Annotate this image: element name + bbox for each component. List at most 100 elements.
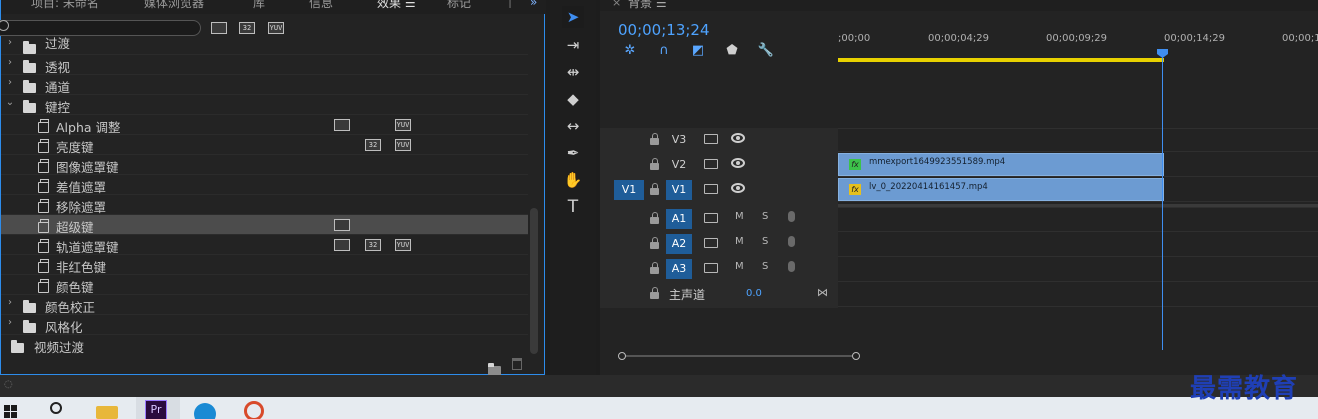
sync-lock-icon[interactable] bbox=[704, 238, 718, 248]
track-name[interactable]: A2 bbox=[666, 234, 692, 254]
track-name[interactable]: V2 bbox=[666, 155, 692, 175]
track-name[interactable]: V3 bbox=[666, 130, 692, 150]
chevron-right-icon[interactable]: › bbox=[5, 297, 15, 308]
track-name[interactable]: A3 bbox=[666, 259, 692, 279]
type-tool-icon[interactable]: T bbox=[562, 196, 584, 218]
clip-v2[interactable]: fx mmexport1649923551589.mp4 bbox=[838, 153, 1164, 176]
eye-icon[interactable] bbox=[731, 158, 745, 168]
file-explorer-icon[interactable] bbox=[96, 406, 118, 419]
track-name[interactable]: A1 bbox=[666, 209, 692, 229]
lock-icon[interactable] bbox=[650, 262, 659, 274]
tab-media-browser[interactable]: 媒体浏览器 bbox=[144, 0, 204, 11]
snap-icon[interactable]: ✲ bbox=[621, 42, 639, 60]
lane-a1[interactable] bbox=[838, 208, 1318, 232]
effect-folder-video-transitions[interactable]: 视频过渡 bbox=[1, 335, 528, 355]
chevron-down-icon[interactable]: ⌄ bbox=[5, 97, 15, 108]
effect-folder-channel[interactable]: › 通道 bbox=[1, 75, 528, 95]
effect-folder-perspective[interactable]: › 透视 bbox=[1, 55, 528, 75]
master-volume-value[interactable]: 0.0 bbox=[746, 288, 762, 299]
lane-a2[interactable] bbox=[838, 233, 1318, 257]
eye-icon[interactable] bbox=[731, 183, 745, 193]
hand-tool-icon[interactable]: ✋ bbox=[562, 169, 584, 191]
tab-libraries[interactable]: 库 bbox=[253, 0, 265, 11]
mute-button[interactable]: M bbox=[735, 211, 744, 222]
tab-markers[interactable]: 标记 bbox=[447, 0, 471, 11]
effect-item-non-red-key[interactable]: 非红色键 bbox=[1, 255, 528, 275]
sync-lock-icon[interactable] bbox=[704, 159, 718, 169]
effect-item-luma-key[interactable]: 亮度键 32 YUV bbox=[1, 135, 528, 155]
sequence-tab[interactable]: 背景 ☰ bbox=[628, 0, 667, 11]
effect-folder-color-correction[interactable]: › 颜色校正 bbox=[1, 295, 528, 315]
tab-project[interactable]: 项目: 未命名 bbox=[31, 0, 99, 11]
tab-effects[interactable]: 效果 ☰ bbox=[377, 0, 416, 11]
lock-icon[interactable] bbox=[650, 212, 659, 224]
sync-lock-icon[interactable] bbox=[704, 263, 718, 273]
playhead-timecode[interactable]: 00;00;13;24 bbox=[618, 21, 710, 39]
add-marker-icon[interactable]: ⬟ bbox=[723, 42, 741, 60]
close-icon[interactable]: × bbox=[612, 0, 621, 9]
microphone-icon[interactable] bbox=[788, 261, 795, 272]
playhead-line[interactable] bbox=[1162, 50, 1163, 350]
edge-browser-icon[interactable] bbox=[194, 403, 216, 419]
effect-item-ultra-key[interactable]: 超级键 bbox=[1, 215, 528, 235]
app-icon[interactable] bbox=[244, 401, 264, 419]
slip-tool-icon[interactable]: ↔ bbox=[562, 115, 584, 137]
effect-folder-stylize[interactable]: › 风格化 bbox=[1, 315, 528, 335]
pen-tool-icon[interactable]: ✒ bbox=[562, 142, 584, 164]
magnet-icon[interactable]: ∩ bbox=[655, 42, 673, 60]
lane-v1[interactable]: fx lv_0_20220414161457.mp4 bbox=[838, 178, 1318, 202]
selection-tool-icon[interactable]: ➤ bbox=[562, 6, 584, 28]
yuv-filter-icon[interactable]: YUV bbox=[268, 22, 284, 34]
effect-item-difference-matte[interactable]: 差值遮罩 bbox=[1, 175, 528, 195]
chevron-right-icon[interactable]: › bbox=[5, 57, 15, 68]
lock-icon[interactable] bbox=[650, 183, 659, 195]
effect-folder-keying[interactable]: ⌄ 键控 bbox=[1, 95, 528, 115]
effect-item-alpha-adjust[interactable]: Alpha 调整 YUV bbox=[1, 115, 528, 135]
solo-button[interactable]: S bbox=[762, 261, 768, 272]
lock-icon[interactable] bbox=[650, 287, 659, 299]
solo-button[interactable]: S bbox=[762, 236, 768, 247]
lock-icon[interactable] bbox=[650, 158, 659, 170]
lane-master[interactable] bbox=[838, 283, 1318, 307]
search-icon[interactable] bbox=[50, 402, 62, 414]
lane-a3[interactable] bbox=[838, 258, 1318, 282]
chevron-right-icon[interactable]: › bbox=[5, 77, 15, 88]
zoom-scrollbar[interactable] bbox=[618, 352, 860, 360]
lock-icon[interactable] bbox=[650, 237, 659, 249]
clip-v1[interactable]: fx lv_0_20220414161457.mp4 bbox=[838, 178, 1164, 201]
ripple-edit-tool-icon[interactable]: ⇹ bbox=[562, 61, 584, 83]
effects-scrollbar[interactable] bbox=[530, 208, 538, 354]
search-input[interactable] bbox=[0, 20, 201, 36]
microphone-icon[interactable] bbox=[788, 236, 795, 247]
track-select-tool-icon[interactable]: ⇥ bbox=[562, 34, 584, 56]
32bit-filter-icon[interactable]: 32 bbox=[239, 22, 255, 34]
wrench-icon[interactable]: 🔧 bbox=[757, 42, 775, 60]
work-area-bar[interactable] bbox=[838, 58, 1164, 62]
zoom-track[interactable] bbox=[624, 355, 852, 357]
go-to-end-icon[interactable]: ⋈ bbox=[817, 286, 828, 299]
premiere-taskbar-item[interactable]: Pr bbox=[136, 397, 180, 419]
lane-v3[interactable] bbox=[838, 128, 1318, 152]
effect-item-color-key[interactable]: 颜色键 bbox=[1, 275, 528, 295]
sync-lock-icon[interactable] bbox=[704, 184, 718, 194]
chevron-right-icon[interactable]: › bbox=[5, 37, 15, 48]
sync-lock-icon[interactable] bbox=[704, 213, 718, 223]
effect-item-remove-matte[interactable]: 移除遮罩 bbox=[1, 195, 528, 215]
eye-icon[interactable] bbox=[731, 133, 745, 143]
source-patch-v1[interactable]: V1 bbox=[614, 180, 644, 200]
chevron-right-icon[interactable]: › bbox=[5, 317, 15, 328]
windows-start-icon[interactable] bbox=[4, 401, 26, 419]
tab-info[interactable]: 信息 bbox=[309, 0, 333, 11]
mute-button[interactable]: M bbox=[735, 236, 744, 247]
effect-item-track-matte-key[interactable]: 轨道遮罩键 32 YUV bbox=[1, 235, 528, 255]
track-name[interactable]: V1 bbox=[666, 180, 692, 200]
solo-button[interactable]: S bbox=[762, 211, 768, 222]
linked-selection-icon[interactable]: ◩ bbox=[689, 42, 707, 60]
lane-v2[interactable]: fx mmexport1649923551589.mp4 bbox=[838, 153, 1318, 177]
trash-icon[interactable] bbox=[512, 358, 522, 370]
zoom-handle-right[interactable] bbox=[852, 352, 860, 360]
effect-item-image-matte-key[interactable]: 图像遮罩键 bbox=[1, 155, 528, 175]
accelerated-filter-icon[interactable] bbox=[211, 22, 227, 34]
mute-button[interactable]: M bbox=[735, 261, 744, 272]
microphone-icon[interactable] bbox=[788, 211, 795, 222]
